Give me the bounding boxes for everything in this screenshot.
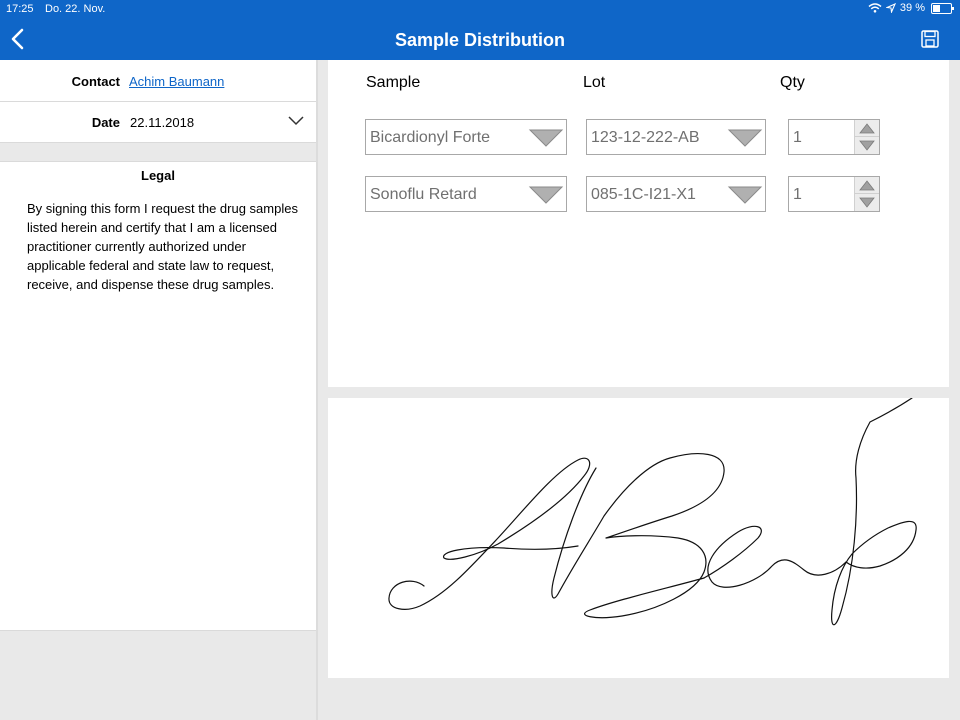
contact-row: Contact Achim Baumann xyxy=(0,60,316,102)
location-arrow-icon xyxy=(885,3,896,13)
save-button[interactable] xyxy=(920,29,940,49)
decrement-button[interactable] xyxy=(854,136,879,154)
signature-drawing xyxy=(388,398,917,626)
lot-column-header: Lot xyxy=(583,74,606,91)
contact-link[interactable]: Achim Baumann xyxy=(129,74,224,89)
date-value[interactable]: 22.11.2018 xyxy=(130,115,194,130)
triangle-up-icon xyxy=(859,123,875,134)
legal-section: Legal By signing this form I request the… xyxy=(0,161,316,631)
lot-select-value: 085-1C-I21-X1 xyxy=(591,186,696,203)
lot-select-value: 123-12-222-AB xyxy=(591,129,700,146)
increment-button[interactable] xyxy=(854,120,879,137)
details-panel: Contact Achim Baumann Date 22.11.2018 Le… xyxy=(0,60,316,720)
sample-select[interactable]: Bicardionyl Forte xyxy=(365,119,567,155)
lot-select[interactable]: 123-12-222-AB xyxy=(586,119,766,155)
legal-text: By signing this form I request the drug … xyxy=(27,201,298,292)
quantity-value[interactable]: 1 xyxy=(793,186,802,204)
status-indicators: 39 % xyxy=(868,2,954,14)
date-label: Date xyxy=(91,115,120,130)
legal-title: Legal xyxy=(141,168,175,183)
wifi-icon xyxy=(868,3,882,13)
sample-form: Sample Lot Qty Bicardionyl Forte 123-12-… xyxy=(328,60,949,387)
dropdown-arrow-icon xyxy=(727,129,763,147)
battery-level xyxy=(933,4,940,12)
quantity-value[interactable]: 1 xyxy=(793,129,802,147)
quantity-stepper[interactable]: 1 xyxy=(788,119,880,155)
app-header: 17:25 Do. 22. Nov. 39 % Sample Distribut… xyxy=(0,0,960,60)
qty-column-header: Qty xyxy=(780,74,805,91)
increment-button[interactable] xyxy=(854,177,879,194)
page-title: Sample Distribution xyxy=(394,30,565,50)
date-row[interactable]: Date 22.11.2018 xyxy=(0,102,316,143)
battery-percent: 39 % xyxy=(899,2,925,14)
status-time: 17:25 xyxy=(6,3,34,15)
dropdown-arrow-icon xyxy=(528,186,564,204)
status-date: Do. 22. Nov. xyxy=(45,3,106,15)
sample-select[interactable]: Sonoflu Retard xyxy=(365,176,567,212)
sample-column-header: Sample xyxy=(366,74,421,91)
signature-pad[interactable] xyxy=(328,398,949,678)
sample-select-value: Bicardionyl Forte xyxy=(370,129,491,146)
triangle-down-icon xyxy=(859,140,875,151)
dropdown-arrow-icon xyxy=(727,186,763,204)
chevron-down-icon[interactable] xyxy=(288,114,304,126)
battery-icon xyxy=(931,2,954,14)
quantity-stepper[interactable]: 1 xyxy=(788,176,880,212)
panel-divider xyxy=(316,60,318,720)
dropdown-arrow-icon xyxy=(528,129,564,147)
triangle-up-icon xyxy=(859,180,875,191)
decrement-button[interactable] xyxy=(854,193,879,211)
triangle-down-icon xyxy=(859,197,875,208)
lot-select[interactable]: 085-1C-I21-X1 xyxy=(586,176,766,212)
contact-label: Contact xyxy=(71,74,120,89)
save-icon xyxy=(921,30,939,48)
sample-select-value: Sonoflu Retard xyxy=(370,186,477,203)
